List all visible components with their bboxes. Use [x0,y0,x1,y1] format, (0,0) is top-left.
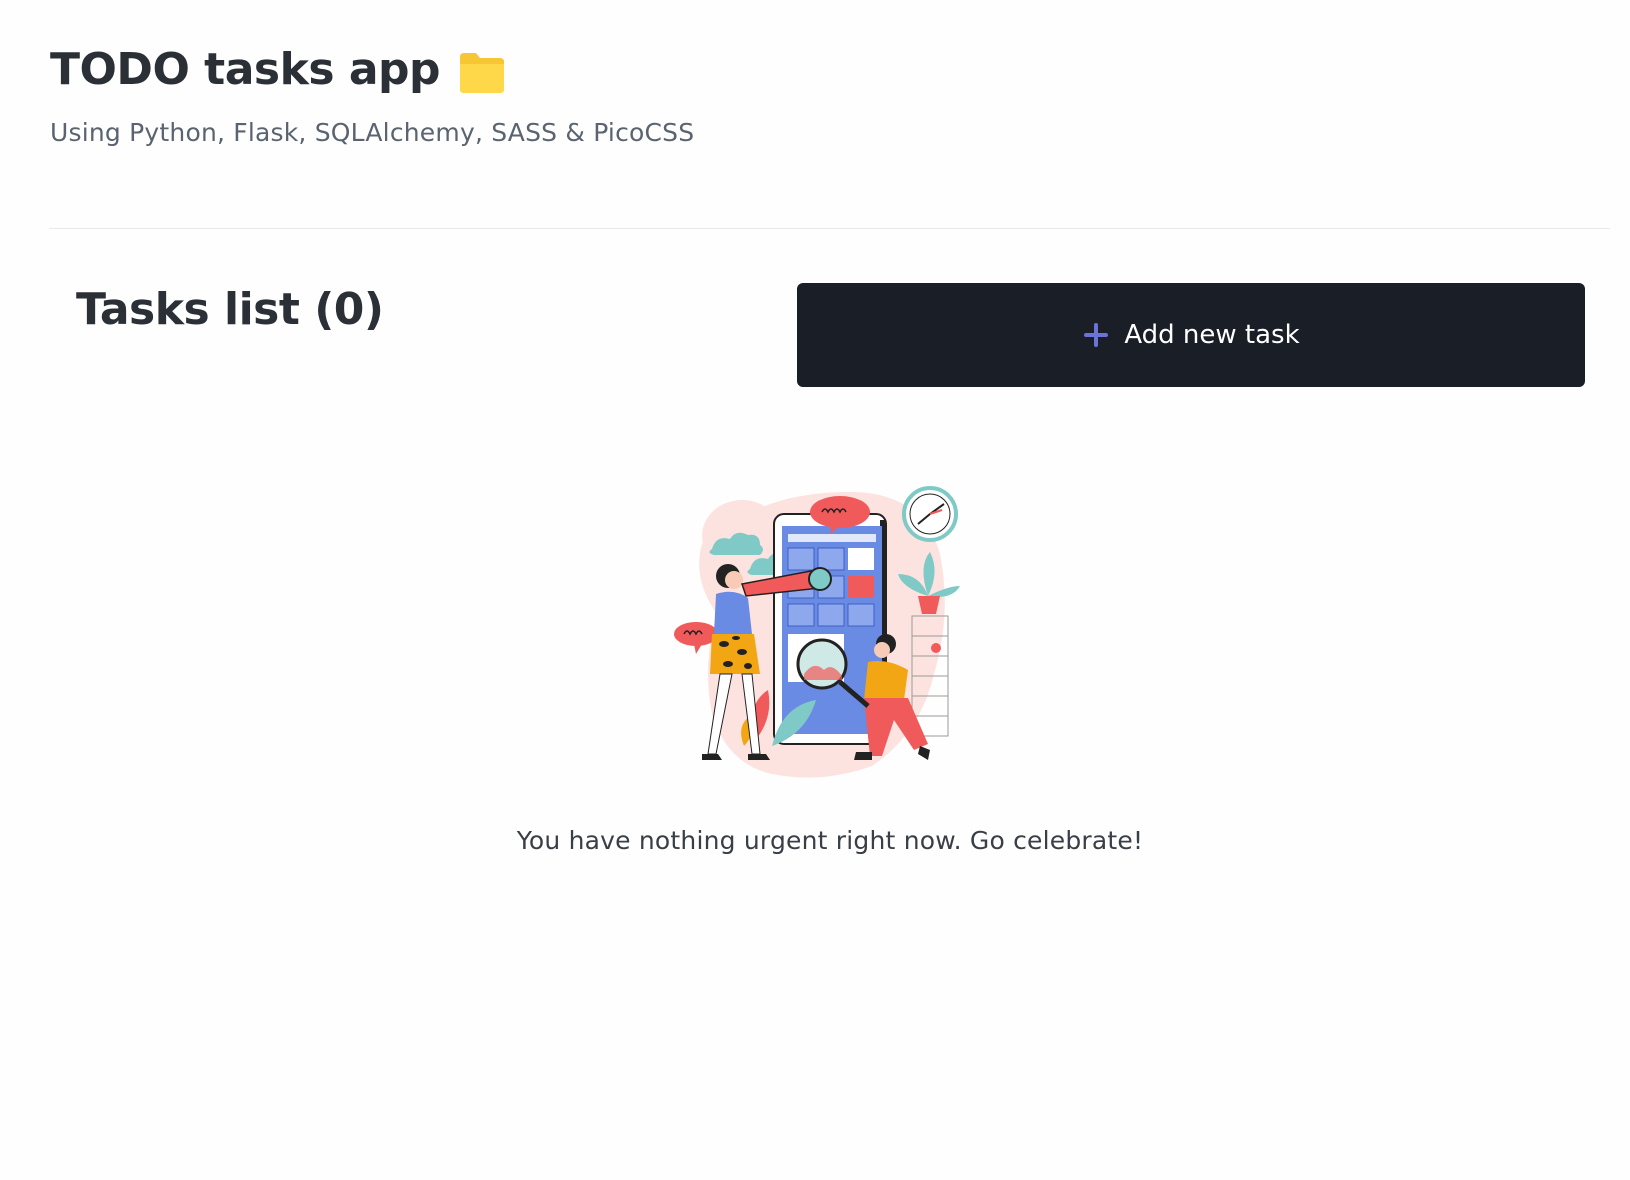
divider [49,228,1610,229]
app-header: TODO tasks app Using Python, Flask, SQLA… [50,40,1610,147]
plus-icon [1084,323,1109,347]
people-searching-phone-illustration [674,486,960,778]
folder-icon [460,53,505,93]
add-task-label: Add new task [1124,320,1300,350]
app-subtitle: Using Python, Flask, SQLAlchemy, SASS & … [50,118,695,147]
app-title: TODO tasks app [50,44,441,95]
page: TODO tasks app Using Python, Flask, SQLA… [0,0,1630,1180]
app-title-row: TODO tasks app [50,40,1610,100]
add-task-button[interactable]: Add new task [797,283,1585,387]
empty-state-message: You have nothing urgent right now. Go ce… [516,826,1144,855]
tasks-heading: Tasks list (0) [76,284,384,335]
